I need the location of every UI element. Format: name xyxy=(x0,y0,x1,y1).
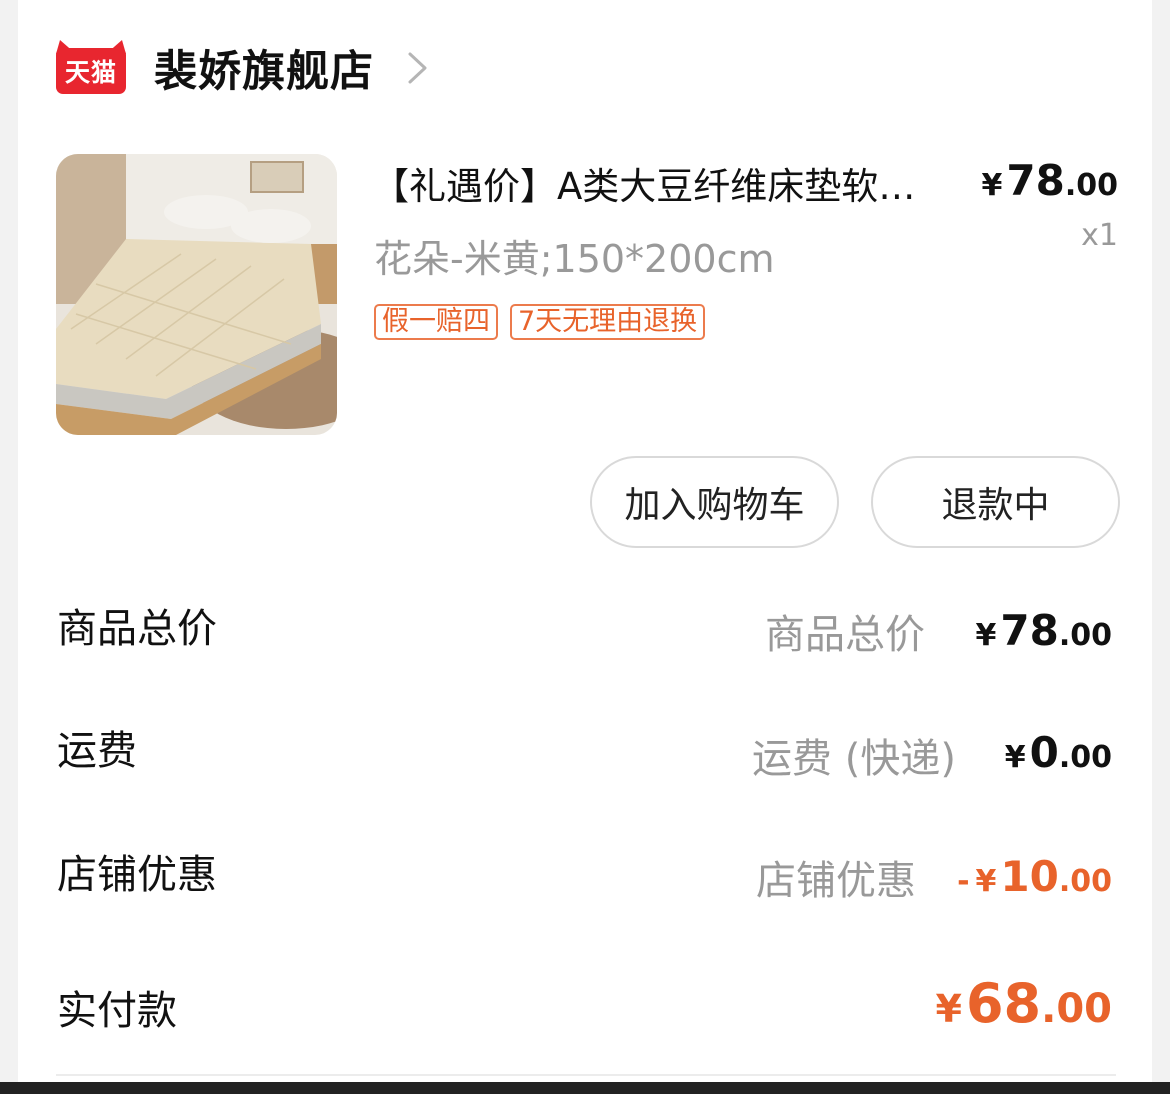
store-discount-sub: 店铺优惠 xyxy=(756,858,916,904)
paid-label: 实付款 xyxy=(57,988,177,1034)
tmall-logo: 天猫 xyxy=(56,40,126,96)
currency-symbol: ¥ xyxy=(935,987,962,1031)
chevron-right-icon[interactable] xyxy=(406,50,430,86)
goods-total-sub: 商品总价 xyxy=(765,612,925,658)
currency-symbol: ¥ xyxy=(975,618,997,653)
amount-decimal: .00 xyxy=(1041,986,1112,1032)
store-discount-amount: - ¥10.00 xyxy=(957,852,1112,901)
amount-integer: 0 xyxy=(1029,728,1059,777)
goods-total-label: 商品总价 xyxy=(57,606,217,652)
amount-decimal: .00 xyxy=(1058,864,1112,899)
product-sku: 花朵-米黄;150*200cm xyxy=(374,237,775,281)
service-tags: 假一赔四 7天无理由退换 xyxy=(374,304,706,340)
amount-decimal: .00 xyxy=(1058,618,1112,653)
add-to-cart-button[interactable]: 加入购物车 xyxy=(590,456,839,548)
tmall-logo-text: 天猫 xyxy=(64,58,117,87)
price-decimal: .00 xyxy=(1064,168,1118,203)
paid-amount: ¥68.00 xyxy=(936,972,1112,1035)
product-image[interactable] xyxy=(56,154,337,435)
product-quantity: x1 xyxy=(1081,218,1118,253)
shipping-amount: ¥0.00 xyxy=(1005,728,1112,777)
shipping-label: 运费 xyxy=(57,728,137,774)
tag-fake-compensation: 假一赔四 xyxy=(374,304,498,340)
bottom-bar xyxy=(0,1082,1170,1094)
amount-integer: 78 xyxy=(1000,606,1059,655)
tag-7-day-return: 7天无理由退换 xyxy=(510,304,706,340)
amount-integer: 68 xyxy=(965,972,1042,1035)
minus-sign: - xyxy=(957,864,970,899)
currency-symbol: ¥ xyxy=(975,864,997,899)
currency-symbol: ¥ xyxy=(1004,740,1026,775)
price-integer: 78 xyxy=(1006,156,1065,205)
store-header[interactable]: 天猫 裴娇旗舰店 xyxy=(56,37,430,99)
product-price: ¥78.00 xyxy=(982,156,1118,205)
divider xyxy=(56,1074,1116,1076)
shipping-sub: 运费 (快递) xyxy=(752,736,956,782)
refund-status-button[interactable]: 退款中 xyxy=(871,456,1120,548)
goods-total-amount: ¥78.00 xyxy=(976,606,1112,655)
mattress-photo xyxy=(56,154,337,435)
store-discount-label: 店铺优惠 xyxy=(57,852,217,898)
amount-decimal: .00 xyxy=(1058,740,1112,775)
amount-integer: 10 xyxy=(1000,852,1059,901)
price-currency: ¥ xyxy=(981,168,1003,203)
store-name[interactable]: 裴娇旗舰店 xyxy=(154,37,374,99)
product-title[interactable]: 【礼遇价】A类大豆纤维床垫软垫家用 xyxy=(372,156,952,210)
